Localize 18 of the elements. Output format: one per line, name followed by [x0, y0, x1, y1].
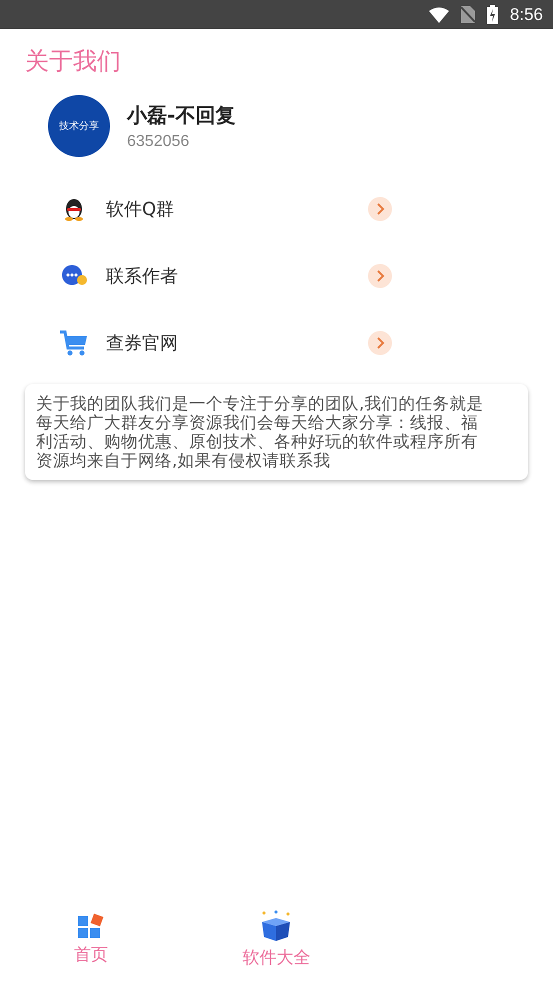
menu-item[interactable]: 联系作者 — [0, 242, 392, 309]
profile-id: 6352056 — [127, 132, 190, 150]
cart-icon — [60, 330, 88, 356]
avatar: 技术分享 — [48, 95, 110, 157]
chevron-icon — [368, 196, 392, 220]
chevron-icon — [368, 264, 392, 288]
menu-item[interactable]: 查券官网 — [0, 309, 392, 376]
chat-icon — [60, 264, 88, 286]
chevron-icon — [368, 330, 392, 354]
page-title: 关于我们 — [24, 46, 122, 77]
no-sim-icon — [460, 6, 475, 23]
battery-icon — [486, 5, 498, 24]
profile-name: 小磊-不回复 — [127, 102, 236, 128]
wifi-icon — [428, 6, 449, 22]
menu-item[interactable]: 软件Q群 — [0, 175, 392, 242]
blocks-icon — [77, 912, 105, 938]
status-time: 8:56 — [510, 4, 543, 24]
about-text: 关于我的团队我们是一个专注于分享的团队,我们的任务就是每天给广大群友分享资源我们会每天给大家分享：线报、福利活动、购物优惠、原创技术、各种好玩的软件或程序所有资源均来自于网络,如果有侵权请联系我 — [36, 394, 484, 470]
